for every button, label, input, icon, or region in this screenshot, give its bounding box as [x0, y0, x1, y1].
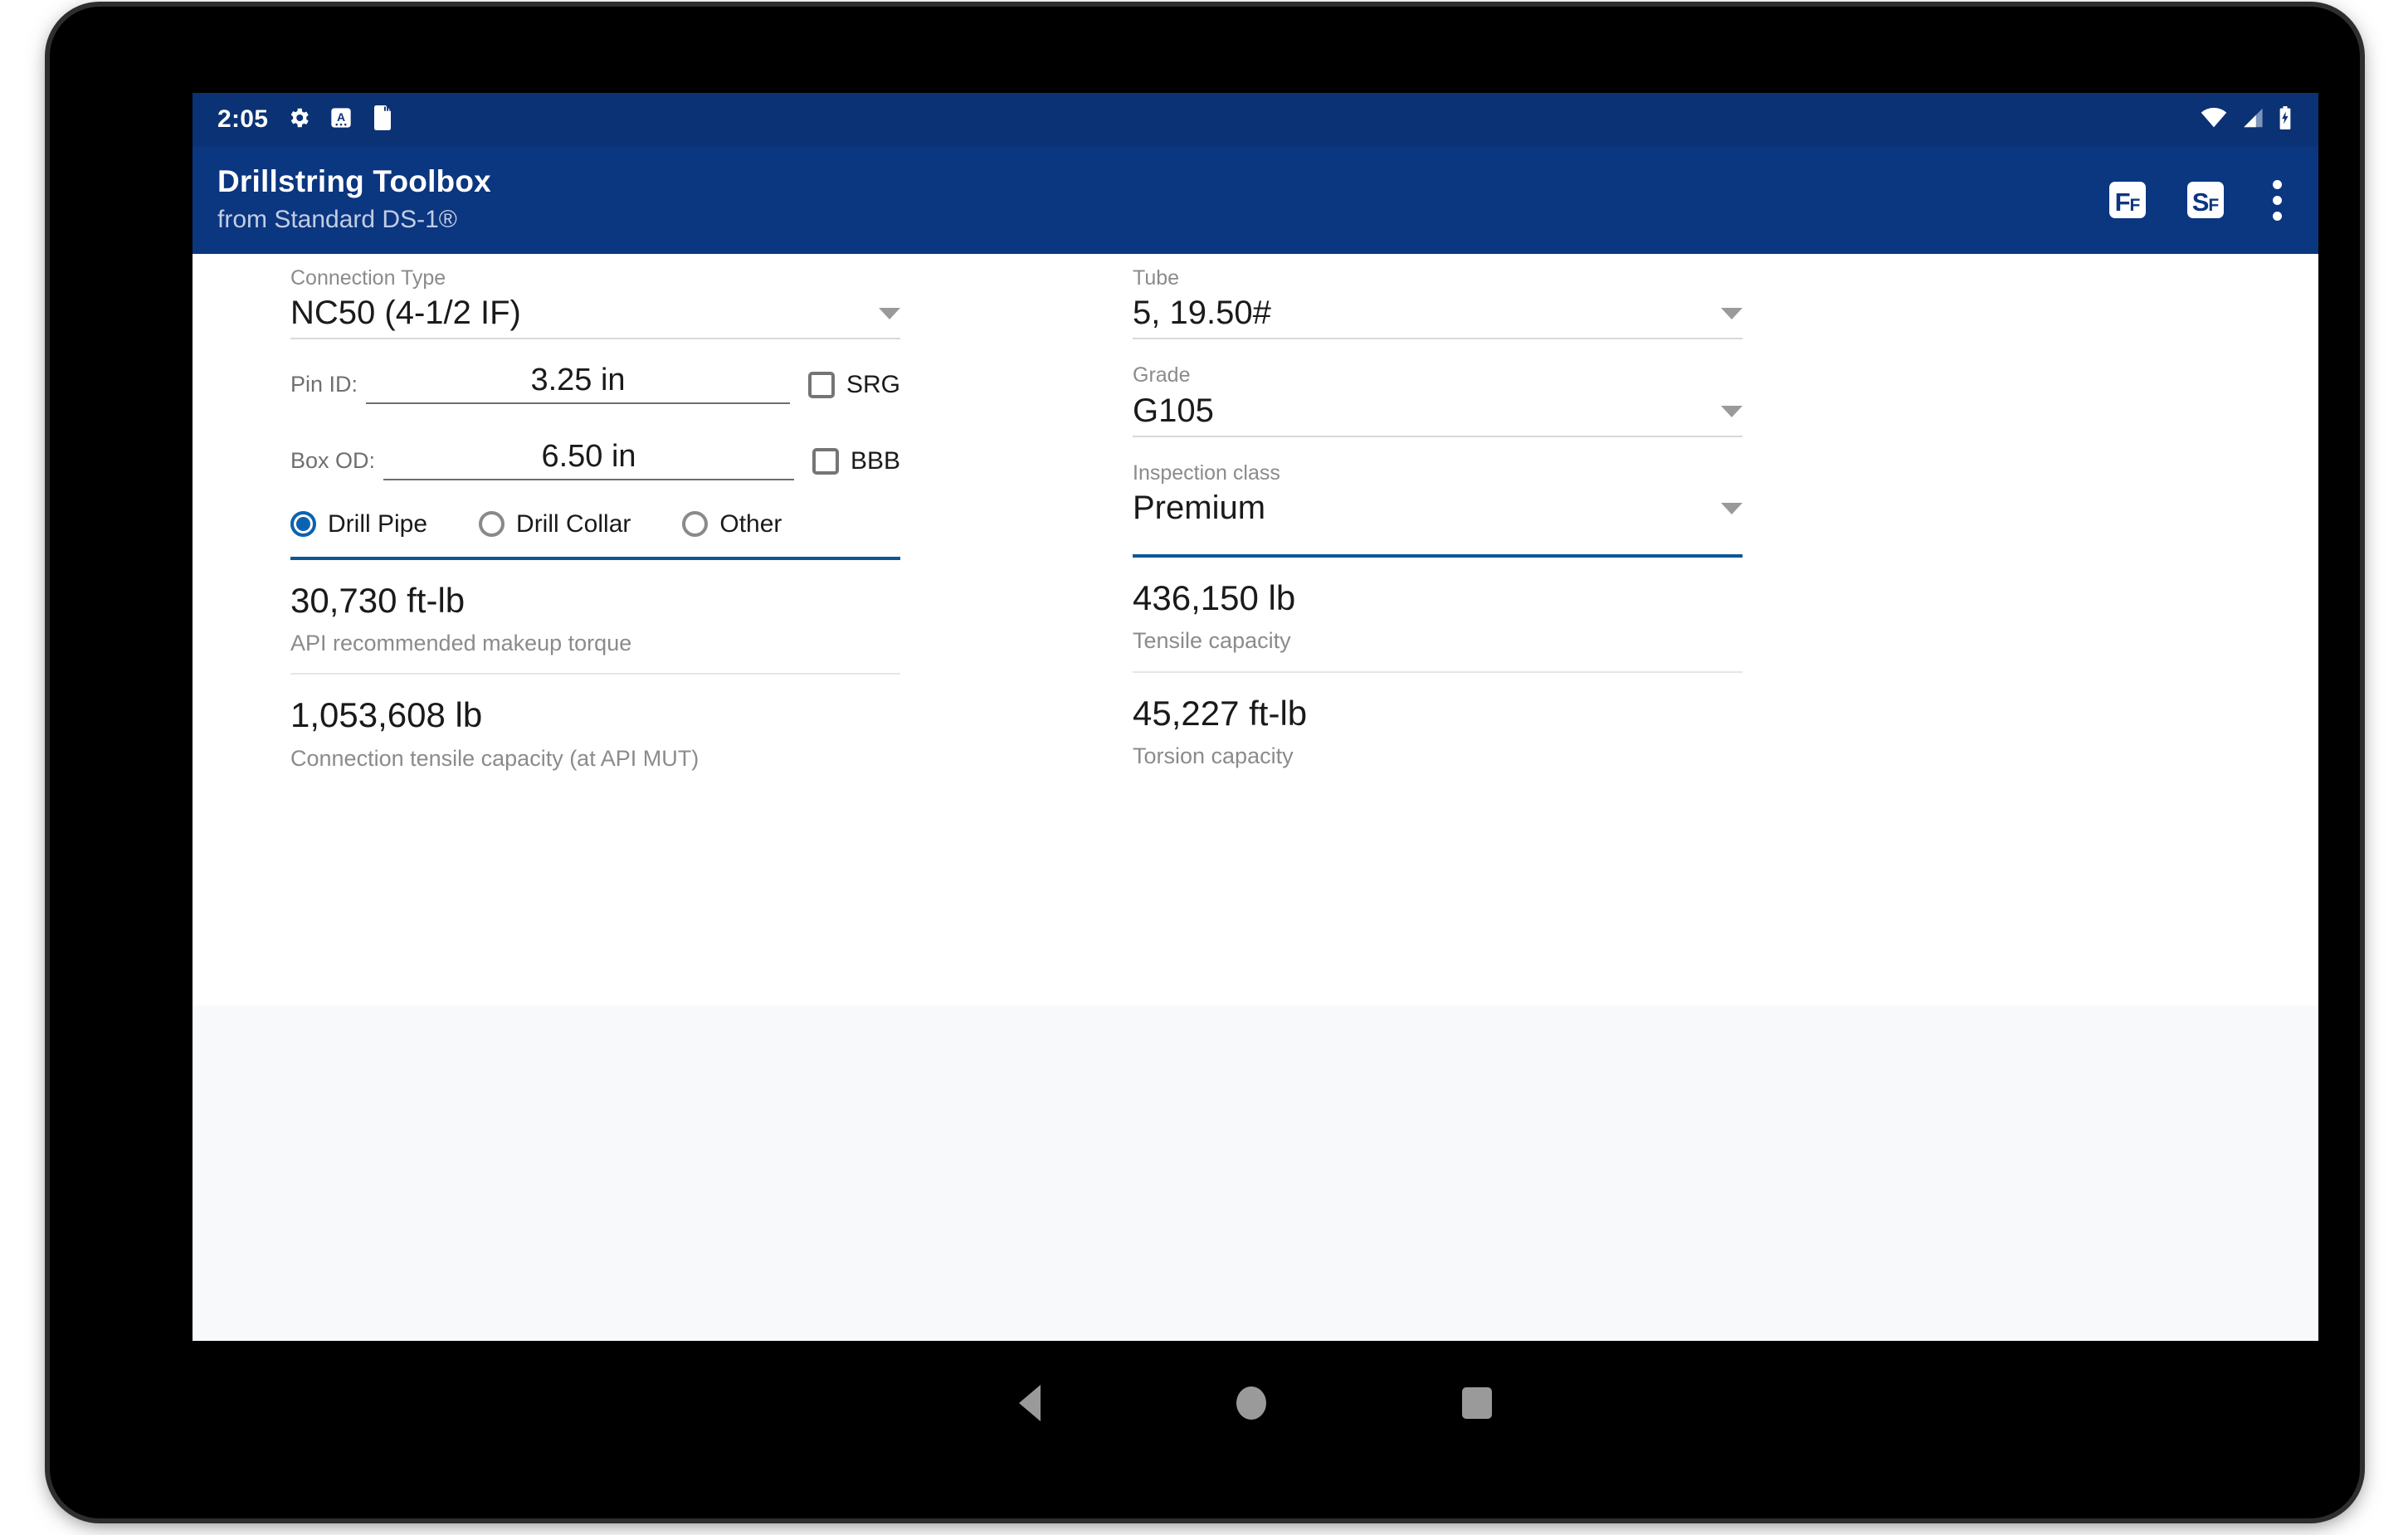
- overflow-dot: [2272, 179, 2282, 189]
- box-od-input[interactable]: 6.50 in: [383, 439, 794, 480]
- inspection-class-field: Inspection class Premium: [1133, 460, 1743, 533]
- ff-button[interactable]: FF: [2109, 182, 2146, 218]
- wifi-icon: [2201, 107, 2227, 133]
- device-screen: 2:05 A Drillstring Toolbox from Standard…: [193, 93, 2318, 1341]
- component-type-radio-group: Drill Pipe Drill Collar Other: [290, 510, 900, 557]
- grade-value: G105: [1133, 392, 1214, 429]
- sf-button-small-letter: F: [2208, 196, 2220, 215]
- connection-tensile-result: 1,053,608 lb Connection tensile capacity…: [290, 675, 900, 788]
- torsion-capacity-caption: Torsion capacity: [1133, 743, 1294, 768]
- a-badge-icon: A: [329, 106, 353, 134]
- inspection-class-label: Inspection class: [1133, 460, 1280, 485]
- overflow-dot: [2272, 195, 2282, 205]
- box-od-label: Box OD:: [290, 447, 376, 473]
- chevron-down-icon: [879, 308, 900, 320]
- chevron-down-icon: [1721, 405, 1743, 417]
- radio-other-circle: [682, 511, 709, 538]
- box-od-row: Box OD: 6.50 in BBB: [290, 439, 900, 480]
- tube-value: 5, 19.50#: [1133, 295, 1271, 332]
- tube-field: Tube 5, 19.50#: [1133, 266, 1743, 340]
- radio-drill-collar-circle: [479, 511, 505, 538]
- radio-drill-collar-label: Drill Collar: [516, 509, 631, 538]
- connection-type-dropdown[interactable]: NC50 (4-1/2 IF): [290, 293, 900, 340]
- tube-column: Tube 5, 19.50# Grade G105 Inspection cla…: [1133, 266, 1743, 788]
- battery-charging-icon: [2277, 105, 2293, 134]
- chevron-down-icon: [1721, 502, 1743, 514]
- grade-label: Grade: [1133, 363, 1191, 387]
- bbb-checkbox-label: BBB: [850, 446, 900, 475]
- srg-checkbox[interactable]: [807, 371, 835, 398]
- torsion-capacity-value: 45,227 ft-lb: [1133, 693, 1308, 733]
- grade-field: Grade G105: [1133, 363, 1743, 437]
- tube-dropdown[interactable]: 5, 19.50#: [1133, 293, 1743, 340]
- gear-icon: [286, 105, 311, 134]
- pin-id-input[interactable]: 3.25 in: [366, 363, 790, 404]
- pin-id-value: 3.25 in: [530, 363, 626, 398]
- inspection-class-dropdown[interactable]: Premium: [1133, 488, 1743, 533]
- connection-column: Connection Type NC50 (4-1/2 IF) Pin ID: …: [290, 266, 900, 788]
- box-od-value: 6.50 in: [541, 438, 636, 474]
- makeup-torque-caption: API recommended makeup torque: [290, 631, 632, 656]
- connection-type-field: Connection Type NC50 (4-1/2 IF): [290, 266, 900, 340]
- sf-button[interactable]: SF: [2187, 182, 2224, 218]
- radio-drill-pipe[interactable]: Drill Pipe: [290, 510, 427, 538]
- tube-results: 436,150 lb Tensile capacity 45,227 ft-lb…: [1133, 553, 1743, 787]
- status-clock: 2:05: [217, 105, 269, 133]
- radio-other[interactable]: Other: [682, 510, 782, 538]
- status-bar: 2:05 A: [193, 93, 2318, 146]
- sf-button-big-letter: S: [2191, 188, 2210, 217]
- radio-drill-pipe-label: Drill Pipe: [328, 509, 428, 538]
- makeup-torque-value: 30,730 ft-lb: [290, 580, 466, 620]
- recents-button-icon[interactable]: [1462, 1387, 1492, 1419]
- tensile-capacity-caption: Tensile capacity: [1133, 628, 1291, 654]
- home-button-icon[interactable]: [1236, 1386, 1266, 1420]
- status-bar-right: [2201, 105, 2293, 134]
- android-nav-bar: [193, 1341, 2318, 1465]
- radio-other-label: Other: [719, 509, 782, 538]
- connection-tensile-caption: Connection tensile capacity (at API MUT): [290, 745, 699, 771]
- page-subtitle: from Standard DS-1®: [217, 206, 457, 234]
- tensile-capacity-value: 436,150 lb: [1133, 577, 1296, 617]
- grade-dropdown[interactable]: G105: [1133, 391, 1743, 437]
- tube-label: Tube: [1133, 266, 1180, 290]
- status-bar-left: 2:05 A: [217, 105, 394, 134]
- pin-id-label: Pin ID:: [290, 371, 358, 397]
- main-content-card: Connection Type NC50 (4-1/2 IF) Pin ID: …: [193, 254, 2318, 1006]
- srg-checkbox-label: SRG: [846, 370, 900, 398]
- svg-text:A: A: [337, 110, 345, 124]
- overflow-menu-icon[interactable]: [2265, 175, 2289, 226]
- radio-drill-pipe-circle: [290, 511, 316, 538]
- connection-type-label: Connection Type: [290, 266, 446, 290]
- back-button-icon[interactable]: [1019, 1385, 1041, 1421]
- srg-checkbox-group[interactable]: SRG: [807, 370, 900, 404]
- cellular-signal-icon: [2240, 107, 2264, 133]
- chevron-down-icon: [1721, 308, 1743, 320]
- app-bar: Drillstring Toolbox from Standard DS-1® …: [193, 146, 2318, 254]
- bbb-checkbox-group[interactable]: BBB: [812, 447, 900, 480]
- tablet-device-frame: 2:05 A Drillstring Toolbox from Standard…: [50, 7, 2360, 1518]
- pin-id-row: Pin ID: 3.25 in SRG: [290, 363, 900, 404]
- page-title: Drillstring Toolbox: [217, 163, 491, 198]
- ff-button-small-letter: F: [2129, 196, 2141, 215]
- ff-button-big-letter: F: [2114, 188, 2131, 217]
- two-column-layout: Connection Type NC50 (4-1/2 IF) Pin ID: …: [193, 266, 2318, 788]
- overflow-dot: [2272, 211, 2282, 221]
- tensile-capacity-result: 436,150 lb Tensile capacity: [1133, 558, 1743, 671]
- makeup-torque-result: 30,730 ft-lb API recommended makeup torq…: [290, 560, 900, 674]
- radio-drill-collar[interactable]: Drill Collar: [479, 510, 631, 538]
- connection-tensile-value: 1,053,608 lb: [290, 695, 483, 735]
- inspection-class-value: Premium: [1133, 489, 1266, 526]
- sd-card-icon: [371, 105, 394, 134]
- app-bar-actions: FF SF: [2109, 175, 2297, 226]
- bbb-checkbox[interactable]: [812, 447, 839, 475]
- connection-type-value: NC50 (4-1/2 IF): [290, 295, 521, 332]
- app-title-group: Drillstring Toolbox from Standard DS-1®: [217, 164, 491, 236]
- torsion-capacity-result: 45,227 ft-lb Torsion capacity: [1133, 673, 1743, 787]
